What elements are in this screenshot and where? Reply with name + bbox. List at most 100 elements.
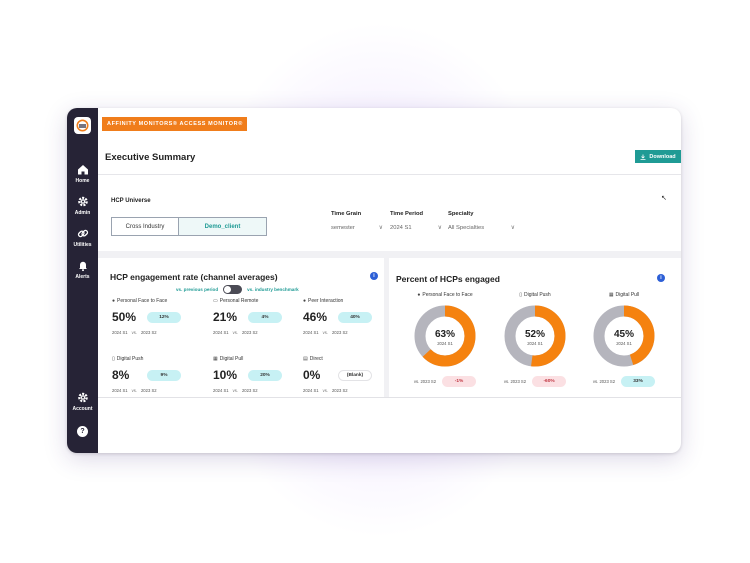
metric-period: 2024 S1 vs. 2023 S2 [213, 330, 293, 335]
filter-label: Time Grain [331, 211, 362, 217]
donut-label-text: Personal Face to Face [422, 292, 473, 298]
donut-card: ▯ Digital Push 52% 2024 S1 vs. 2023 S2 -60% [490, 292, 580, 387]
metric-period: 2024 S1 vs. 2023 S2 [112, 388, 192, 393]
panel-separator [384, 251, 389, 398]
period-current: 2024 S1 [112, 388, 128, 393]
metric-label-text: Peer Interaction [308, 298, 344, 304]
donut-period: 2024 S1 [616, 341, 632, 346]
info-icon[interactable]: i [657, 274, 665, 282]
filter-value: All Specialties [448, 224, 485, 231]
metric-label-text: Direct [309, 356, 323, 362]
donut-footer: vs. 2023 S2 -60% [490, 376, 580, 387]
period-vs: vs. [232, 330, 238, 335]
gear-icon [77, 392, 88, 403]
filter-label: Specialty [448, 211, 474, 217]
metric-delta-badge: 9% [147, 369, 181, 381]
help-icon: ? [77, 426, 88, 437]
metric-value: 0% [303, 368, 321, 382]
period-previous: 2023 S2 [140, 388, 157, 393]
metric-label-text: Personal Face to Face [117, 298, 168, 304]
engagement-metric: ▦ Digital Pull 10% 20% 2024 S1 vs. 2023 S2 [213, 356, 293, 393]
download-button[interactable]: Download [635, 150, 681, 163]
metric-delta-badge: 4% [248, 311, 282, 323]
filter-value: 2024 S1 [390, 224, 412, 231]
period-previous: 2023 S2 [331, 388, 348, 393]
app-logo[interactable] [74, 117, 91, 134]
engagement-title: HCP engagement rate (channel averages) [110, 272, 278, 282]
metric-label-text: Digital Pull [219, 356, 244, 362]
toggle-right-label: vs. industry benchmark [247, 287, 299, 292]
period-previous: 2023 S2 [140, 330, 157, 335]
period-vs: vs. [131, 388, 137, 393]
donut-delta-badge: -60% [532, 376, 567, 387]
sidebar-item-label: Account [72, 406, 93, 412]
metric-period: 2024 S1 vs. 2023 S2 [303, 388, 383, 393]
engagement-metric: ▭ Personal Remote 21% 4% 2024 S1 vs. 2023 S2 [213, 298, 293, 335]
universe-option-cross-industry[interactable]: Cross Industry [111, 217, 179, 236]
period-current: 2024 S1 [213, 330, 229, 335]
metric-label: ▯ Digital Push [112, 356, 192, 362]
donut-card: ▦ Digital Pull 45% 2024 S1 vs. 2023 S2 33% [579, 292, 669, 387]
period-previous: 2023 S2 [241, 388, 258, 393]
donut-compare: vs. 2023 S2 [504, 379, 526, 384]
donut-value: 63% [435, 329, 455, 340]
metric-row: 50% 12% [112, 310, 192, 324]
universe-option-demo-client[interactable]: Demo_client [179, 217, 267, 236]
donut-compare: vs. 2023 S2 [414, 379, 436, 384]
hcp-universe-label: HCP Universe [111, 198, 151, 204]
period-vs: vs. [131, 330, 137, 335]
metric-label-text: Personal Remote [219, 298, 259, 304]
donut-chart: 45%2024 S1 [593, 305, 655, 367]
donut-period: 2024 S1 [527, 341, 543, 346]
page-title: Executive Summary [105, 152, 196, 163]
info-icon[interactable]: i [370, 272, 378, 280]
phone-icon: ▯ [519, 292, 523, 298]
donut-chart: 52%2024 S1 [504, 305, 566, 367]
donut-label: ▯ Digital Push [490, 292, 580, 298]
person-icon: ● [417, 292, 421, 298]
sidebar-item-admin[interactable]: Admin [67, 195, 98, 216]
time-grain-filter: Time Grain semester ∨ [331, 211, 383, 231]
download-icon [640, 154, 646, 160]
metric-period: 2024 S1 vs. 2023 S2 [112, 330, 192, 335]
sidebar-item-label: Alerts [75, 274, 90, 280]
period-current: 2024 S1 [112, 330, 128, 335]
donut-value: 52% [525, 329, 545, 340]
metric-label: ● Peer Interaction [303, 298, 383, 304]
donut-card: ● Personal Face to Face 63% 2024 S1 vs. 2023… [400, 292, 490, 387]
comparison-switch[interactable] [223, 285, 243, 294]
filter-value: semester [331, 224, 355, 231]
specialty-select[interactable]: All Specialties ∨ [448, 224, 515, 232]
chevron-down-icon: ∨ [437, 225, 442, 231]
donut-label: ▦ Digital Pull [579, 292, 669, 298]
metric-value: 8% [112, 368, 130, 382]
time-period-select[interactable]: 2024 S1 ∨ [390, 224, 442, 232]
metric-label-text: Digital Push [116, 356, 144, 362]
sidebar-item-account[interactable]: Account [67, 391, 98, 412]
download-label: Download [649, 153, 676, 160]
metric-delta-badge: 12% [147, 311, 181, 323]
sidebar-item-help[interactable]: ? [67, 420, 98, 438]
period-current: 2024 S1 [213, 388, 229, 393]
metric-period: 2024 S1 vs. 2023 S2 [213, 388, 293, 393]
chevron-down-icon: ∨ [510, 225, 515, 231]
sidebar-item-label: Admin [74, 210, 91, 216]
sidebar-item-alerts[interactable]: Alerts [67, 259, 98, 280]
sidebar-item-utilities[interactable]: Utilities [67, 227, 98, 248]
metric-value: 50% [112, 310, 137, 324]
metric-label: ▦ Digital Pull [213, 356, 293, 362]
metric-row: 8% 9% [112, 368, 192, 382]
metric-label: ● Personal Face to Face [112, 298, 192, 304]
metric-row: 21% 4% [213, 310, 293, 324]
bell-icon [78, 261, 87, 272]
time-grain-select[interactable]: semester ∨ [331, 224, 383, 232]
filter-label: Time Period [390, 211, 424, 217]
sidebar-item-home[interactable]: Home [67, 163, 98, 184]
main-content: AFFINITY MONITORS® ACCESS MONITOR® Execu… [98, 108, 681, 453]
sidebar-item-label: Home [75, 178, 90, 184]
period-previous: 2023 S2 [510, 379, 527, 384]
link-icon [77, 229, 88, 238]
donut-delta-badge: -1% [442, 376, 477, 387]
header-divider [98, 174, 681, 175]
engagement-metric: ● Peer Interaction 46% 40% 2024 S1 vs. 2023 S2 [303, 298, 383, 335]
